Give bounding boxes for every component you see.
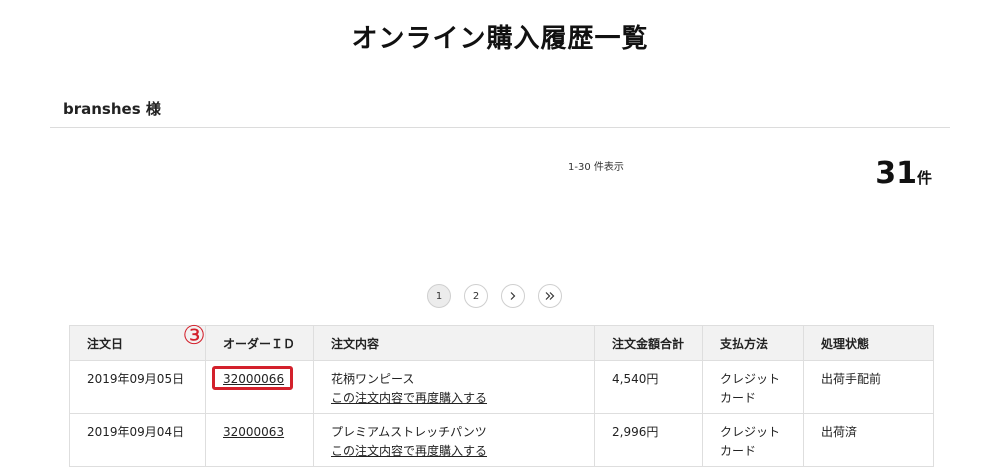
table-row: 2019年09月05日 ③ 32000066 花柄ワンピース この注文内容で再度…	[69, 321, 934, 414]
header-order-id: オーダーＩＤ	[205, 325, 314, 361]
item-name: プレミアムストレッチパンツ	[331, 425, 487, 439]
order-status: 出荷済	[803, 413, 934, 467]
order-id-link[interactable]: 32000063	[223, 425, 284, 439]
header-order-content: 注文内容	[313, 325, 595, 361]
order-amount: 4,540円	[594, 360, 703, 414]
total-count-unit: 件	[916, 169, 932, 187]
pagination: 1 2	[427, 284, 562, 308]
payment-line-2: カード	[720, 444, 757, 458]
order-id-cell: ③ 32000066	[182, 321, 314, 414]
total-count: 31件	[875, 156, 932, 191]
user-name: branshes 様	[63, 100, 161, 118]
payment-method: クレジット カード	[702, 413, 804, 467]
order-content: プレミアムストレッチパンツ この注文内容で再度購入する	[313, 413, 595, 467]
page-title: オンライン購入履歴一覧	[351, 24, 649, 54]
order-date: 2019年09月05日	[69, 360, 206, 414]
double-chevron-right-icon	[544, 291, 556, 301]
annotation-highlight-box	[212, 366, 293, 390]
header-order-amount: 注文金額合計	[594, 325, 703, 361]
payment-line-1: クレジット	[720, 372, 781, 386]
order-status: 出荷手配前	[803, 360, 934, 414]
header-status: 処理状態	[803, 325, 934, 361]
page-button-2[interactable]: 2	[464, 284, 488, 308]
table-row: 2019年09月04日 32000063 プレミアムストレッチパンツ この注文内…	[69, 413, 934, 467]
reorder-link[interactable]: この注文内容で再度購入する	[331, 444, 487, 458]
item-name: 花柄ワンピース	[331, 372, 415, 386]
chevron-right-icon	[508, 291, 518, 301]
order-amount: 2,996円	[594, 413, 703, 467]
header-payment-method: 支払方法	[702, 325, 804, 361]
result-range: 1-30 件表示	[568, 162, 624, 173]
total-count-number: 31	[875, 156, 917, 191]
next-page-button[interactable]	[501, 284, 525, 308]
order-history-table: 注文日 オーダーＩＤ 注文内容 注文金額合計 支払方法 処理状態 2019年09…	[69, 321, 934, 467]
reorder-link[interactable]: この注文内容で再度購入する	[331, 391, 487, 405]
payment-line-1: クレジット	[720, 425, 781, 439]
annotation-marker: ③	[182, 321, 206, 351]
order-content: 花柄ワンピース この注文内容で再度購入する	[313, 360, 595, 414]
divider	[50, 127, 950, 128]
page-button-1[interactable]: 1	[427, 284, 451, 308]
order-id-cell: 32000063	[205, 413, 314, 467]
order-date: 2019年09月04日	[69, 413, 206, 467]
last-page-button[interactable]	[538, 284, 562, 308]
payment-method: クレジット カード	[702, 360, 804, 414]
payment-line-2: カード	[720, 391, 757, 405]
